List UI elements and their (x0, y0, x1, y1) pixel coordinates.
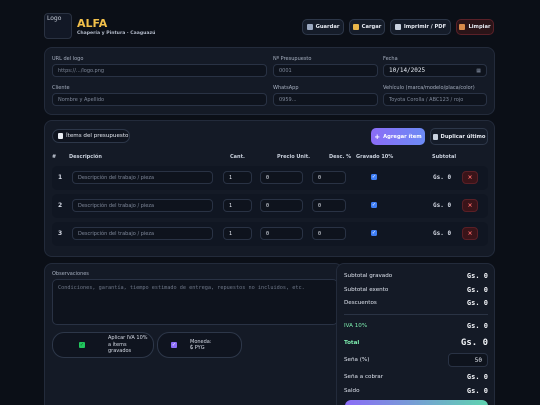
col-discount: Desc. % (329, 154, 352, 160)
print-button[interactable]: Imprimir / PDF (390, 19, 451, 35)
row-vat-checkbox[interactable]: ✓ (371, 174, 377, 180)
vehicle-input[interactable]: Toyota Corolla / ABC123 / rojo (383, 93, 487, 106)
row-index: 1 (58, 174, 63, 181)
duplicate-last-button[interactable]: Duplicar último (430, 128, 488, 145)
row-subtotal: Gs. 0 (433, 202, 452, 209)
whatsapp-label: WhatsApp (273, 85, 299, 91)
brand-subtitle: Chapería y Pintura · Caaguazú (77, 31, 156, 36)
vehicle-label: Vehículo (marca/modelo/placa/color) (383, 85, 475, 91)
summary-divider (344, 314, 488, 315)
close-icon: × (467, 202, 473, 209)
date-input[interactable]: 10/14/2025 ▦ (383, 64, 487, 77)
logo-url-input[interactable]: https://.../logo.png (52, 64, 267, 77)
save-button[interactable]: Guardar (302, 19, 344, 35)
brand-name: ALFA (77, 17, 108, 30)
summary-subtotal-exempt: Subtotal exento Gs. 0 (344, 286, 488, 294)
row-vat-checkbox[interactable]: ✓ (371, 230, 377, 236)
row-description-input[interactable]: Descripción del trabajo / pieza (72, 171, 213, 184)
row-discount-input[interactable]: 0 (312, 171, 346, 184)
col-vat: Gravado 10% (356, 154, 394, 160)
logo-url-label: URL del logo (52, 56, 84, 62)
currency-selector[interactable]: ✓ Moneda: ₲ PYG (157, 332, 242, 358)
close-icon: × (467, 230, 473, 237)
row-unit-price-input[interactable]: 0 (260, 171, 303, 184)
row-index: 2 (58, 202, 63, 209)
clear-button[interactable]: Limpiar (456, 19, 494, 35)
row-unit-price-input[interactable]: 0 (260, 227, 303, 240)
row-qty-input[interactable]: 1 (223, 171, 252, 184)
currency-checkbox[interactable]: ✓ (171, 342, 177, 348)
row-vat-checkbox[interactable]: ✓ (371, 202, 377, 208)
logo-alt-text: Logo (47, 15, 62, 22)
quote-number-label: Nº Presupuesto (273, 56, 312, 62)
row-discount-input[interactable]: 0 (312, 199, 346, 212)
row-subtotal: Gs. 0 (433, 230, 452, 237)
broom-icon (459, 24, 466, 30)
row-delete-button[interactable]: × (462, 171, 478, 184)
floppy-icon (306, 24, 313, 30)
summary-vat: IVA 10% Gs. 0 (344, 322, 488, 330)
folder-icon (352, 24, 359, 30)
client-label: Cliente (52, 85, 70, 91)
col-subtotal: Subtotal (432, 154, 457, 160)
row-index: 3 (58, 230, 63, 237)
document-icon (58, 133, 63, 139)
quote-number-input[interactable]: 0001 (273, 64, 378, 77)
load-button[interactable]: Cargar (349, 19, 385, 35)
deposit-input[interactable]: 50 (448, 353, 488, 367)
summary-deposit: Seña (%) 50 (344, 353, 488, 367)
printer-icon (394, 24, 401, 30)
row-discount-input[interactable]: 0 (312, 227, 346, 240)
row-description-input[interactable]: Descripción del trabajo / pieza (72, 199, 213, 212)
col-qty: Cant. (230, 154, 245, 160)
row-delete-button[interactable]: × (462, 199, 478, 212)
row-subtotal: Gs. 0 (433, 174, 452, 181)
logo-box: Logo (44, 13, 72, 39)
row-description-input[interactable]: Descripción del trabajo / pieza (72, 227, 213, 240)
primary-action-button[interactable] (345, 400, 488, 405)
row-qty-input[interactable]: 1 (223, 227, 252, 240)
apply-vat-checkbox[interactable]: ✓ (79, 342, 85, 348)
copy-icon (432, 133, 438, 140)
col-unit-price: Precio Unit. (277, 154, 310, 160)
summary-balance: Saldo Gs. 0 (344, 387, 488, 395)
col-index: # (52, 154, 57, 160)
whatsapp-input[interactable]: 0959... (273, 93, 378, 106)
notes-textarea[interactable]: Condiciones, garantía, tiempo estimado d… (52, 279, 338, 325)
client-input[interactable]: Nombre y Apellido (52, 93, 267, 106)
notes-label: Observaciones (52, 271, 89, 277)
summary-total: Total Gs. 0 (344, 338, 488, 348)
apply-vat-toggle[interactable]: ✓ Aplicar IVA 10% a ítems gravados (52, 332, 154, 358)
row-qty-input[interactable]: 1 (223, 199, 252, 212)
calendar-icon[interactable]: ▦ (476, 68, 481, 74)
add-item-button[interactable]: + Agregar ítem (371, 128, 425, 145)
plus-icon: + (374, 132, 381, 141)
date-label: Fecha (383, 56, 398, 62)
summary-deposit-to-collect: Seña a cobrar Gs. 0 (344, 373, 488, 381)
summary-discounts: Descuentos Gs. 0 (344, 299, 488, 307)
summary-subtotal-taxed: Subtotal gravado Gs. 0 (344, 272, 488, 280)
items-title: Ítems del presupuesto (52, 129, 130, 143)
row-unit-price-input[interactable]: 0 (260, 199, 303, 212)
close-icon: × (467, 174, 473, 181)
col-description: Descripción (69, 154, 102, 160)
row-delete-button[interactable]: × (462, 227, 478, 240)
